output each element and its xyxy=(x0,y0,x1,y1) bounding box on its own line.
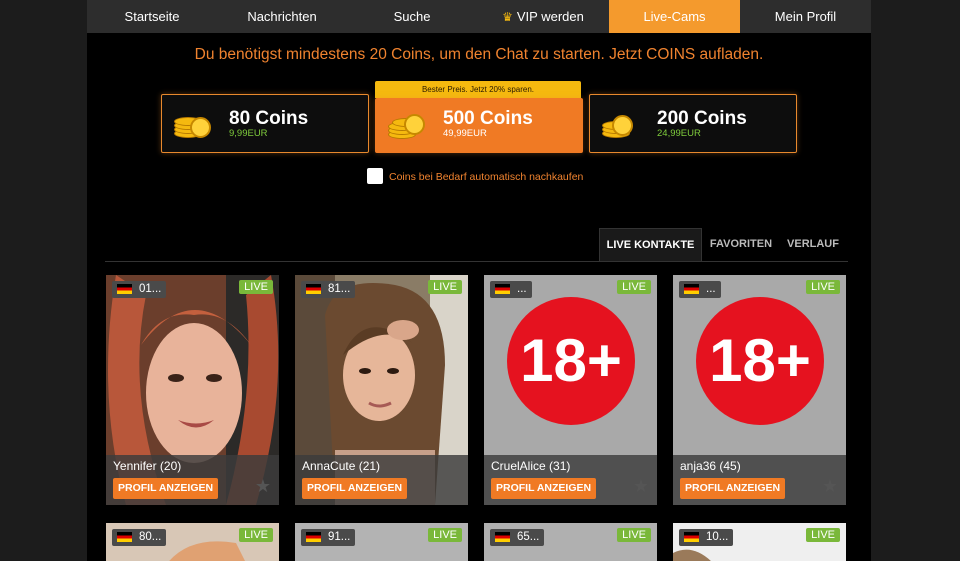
live-badge: LIVE xyxy=(617,528,651,542)
profile-button[interactable]: PROFIL ANZEIGEN xyxy=(302,478,408,499)
flag-de-icon xyxy=(306,532,321,542)
model-name: AnnaCute (21) xyxy=(302,459,381,473)
flag-de-icon xyxy=(306,284,321,294)
profile-button[interactable]: PROFIL ANZEIGEN xyxy=(491,478,597,499)
country-badge: 65... xyxy=(490,529,545,546)
model-card[interactable]: 10... LIVE xyxy=(673,523,846,561)
model-name: Yennifer (20) xyxy=(113,459,182,473)
badge-text: 10... xyxy=(706,531,729,543)
live-badge: LIVE xyxy=(428,528,462,542)
package-price: 9,99EUR xyxy=(229,128,268,139)
model-card[interactable]: 01... LIVE Yennifer (20) PROFIL ANZEIGEN… xyxy=(106,275,279,505)
card-footer: Yennifer (20) PROFIL ANZEIGEN ★ xyxy=(106,455,279,505)
coins-notice: Du benötigst mindestens 20 Coins, um den… xyxy=(194,46,764,63)
crown-icon: ♛ xyxy=(502,10,513,24)
nav-startseite[interactable]: Startseite xyxy=(87,0,217,33)
age-restriction-icon: 18+ xyxy=(507,297,635,425)
model-card[interactable]: 18+ ... LIVE anja36 (45) PROFIL ANZEIGEN… xyxy=(673,275,846,505)
package-200-coins[interactable]: 200 Coins 24,99EUR xyxy=(589,94,797,153)
badge-text: 91... xyxy=(328,531,351,543)
package-title: 500 Coins xyxy=(443,108,533,129)
tab-favoriten[interactable]: FAVORITEN xyxy=(701,228,781,261)
live-badge: LIVE xyxy=(239,528,273,542)
best-price-banner: Bester Preis. Jetzt 20% sparen. xyxy=(375,81,581,98)
flag-de-icon xyxy=(684,532,699,542)
profile-button[interactable]: PROFIL ANZEIGEN xyxy=(113,478,219,499)
badge-text: 81... xyxy=(328,283,351,295)
live-badge: LIVE xyxy=(806,280,840,294)
flag-de-icon xyxy=(495,284,510,294)
country-badge: 91... xyxy=(301,529,356,546)
model-card[interactable]: 80... LIVE xyxy=(106,523,279,561)
package-title: 80 Coins xyxy=(229,108,309,129)
badge-text: 65... xyxy=(517,531,540,543)
model-card[interactable]: 91... LIVE xyxy=(295,523,468,561)
model-name: CruelAlice (31) xyxy=(491,459,571,473)
model-card[interactable]: 65... LIVE xyxy=(484,523,657,561)
package-price: 24,99EUR xyxy=(657,128,701,139)
top-nav: Startseite Nachrichten Suche ♛ VIP werden… xyxy=(87,0,871,33)
model-card[interactable]: 81... LIVE AnnaCute (21) PROFIL ANZEIGEN xyxy=(295,275,468,505)
age-restriction-icon: 18+ xyxy=(696,297,824,425)
live-badge: LIVE xyxy=(428,280,462,294)
coins-icon xyxy=(602,109,640,139)
package-80-coins[interactable]: 80 Coins 9,99EUR xyxy=(161,94,369,153)
nav-vip-label: VIP werden xyxy=(516,9,584,24)
tab-verlauf[interactable]: VERLAUF xyxy=(782,228,844,261)
page: Startseite Nachrichten Suche ♛ VIP werden… xyxy=(87,0,871,561)
badge-text: ... xyxy=(706,283,716,295)
auto-buy-checkbox[interactable] xyxy=(367,168,383,184)
country-badge: 81... xyxy=(301,281,356,298)
package-price: 49,99EUR xyxy=(443,128,487,139)
card-footer: CruelAlice (31) PROFIL ANZEIGEN ★ xyxy=(484,455,657,505)
country-badge: 01... xyxy=(112,281,167,298)
live-badge: LIVE xyxy=(239,280,273,294)
tab-divider xyxy=(105,261,848,262)
badge-text: 01... xyxy=(139,283,162,295)
star-icon[interactable]: ★ xyxy=(633,476,649,497)
country-badge: 80... xyxy=(112,529,167,546)
model-name: anja36 (45) xyxy=(680,459,741,473)
badge-text: ... xyxy=(517,283,527,295)
star-icon[interactable]: ★ xyxy=(255,476,271,497)
country-badge: 10... xyxy=(679,529,734,546)
model-card[interactable]: 18+ ... LIVE CruelAlice (31) PROFIL ANZE… xyxy=(484,275,657,505)
nav-live-cams[interactable]: Live-Cams xyxy=(609,0,740,33)
flag-de-icon xyxy=(495,532,510,542)
card-footer: AnnaCute (21) PROFIL ANZEIGEN xyxy=(295,455,468,505)
nav-mein-profil[interactable]: Mein Profil xyxy=(740,0,871,33)
flag-de-icon xyxy=(117,284,132,294)
country-badge: ... xyxy=(490,281,532,298)
country-badge: ... xyxy=(679,281,721,298)
package-500-coins[interactable]: 500 Coins 49,99EUR xyxy=(375,98,583,153)
live-badge: LIVE xyxy=(617,280,651,294)
nav-nachrichten[interactable]: Nachrichten xyxy=(217,0,347,33)
nav-suche[interactable]: Suche xyxy=(347,0,477,33)
nav-vip[interactable]: ♛ VIP werden xyxy=(477,0,609,33)
coins-icon xyxy=(388,110,426,140)
star-icon[interactable]: ★ xyxy=(822,476,838,497)
profile-button[interactable]: PROFIL ANZEIGEN xyxy=(680,478,786,499)
live-badge: LIVE xyxy=(806,528,840,542)
flag-de-icon xyxy=(684,284,699,294)
card-footer: anja36 (45) PROFIL ANZEIGEN ★ xyxy=(673,455,846,505)
package-title: 200 Coins xyxy=(657,108,747,129)
badge-text: 80... xyxy=(139,531,162,543)
tab-live-kontakte[interactable]: LIVE KONTAKTE xyxy=(599,228,702,262)
flag-de-icon xyxy=(117,532,132,542)
auto-buy-label[interactable]: Coins bei Bedarf automatisch nachkaufen xyxy=(389,171,583,183)
coins-icon xyxy=(174,109,212,139)
